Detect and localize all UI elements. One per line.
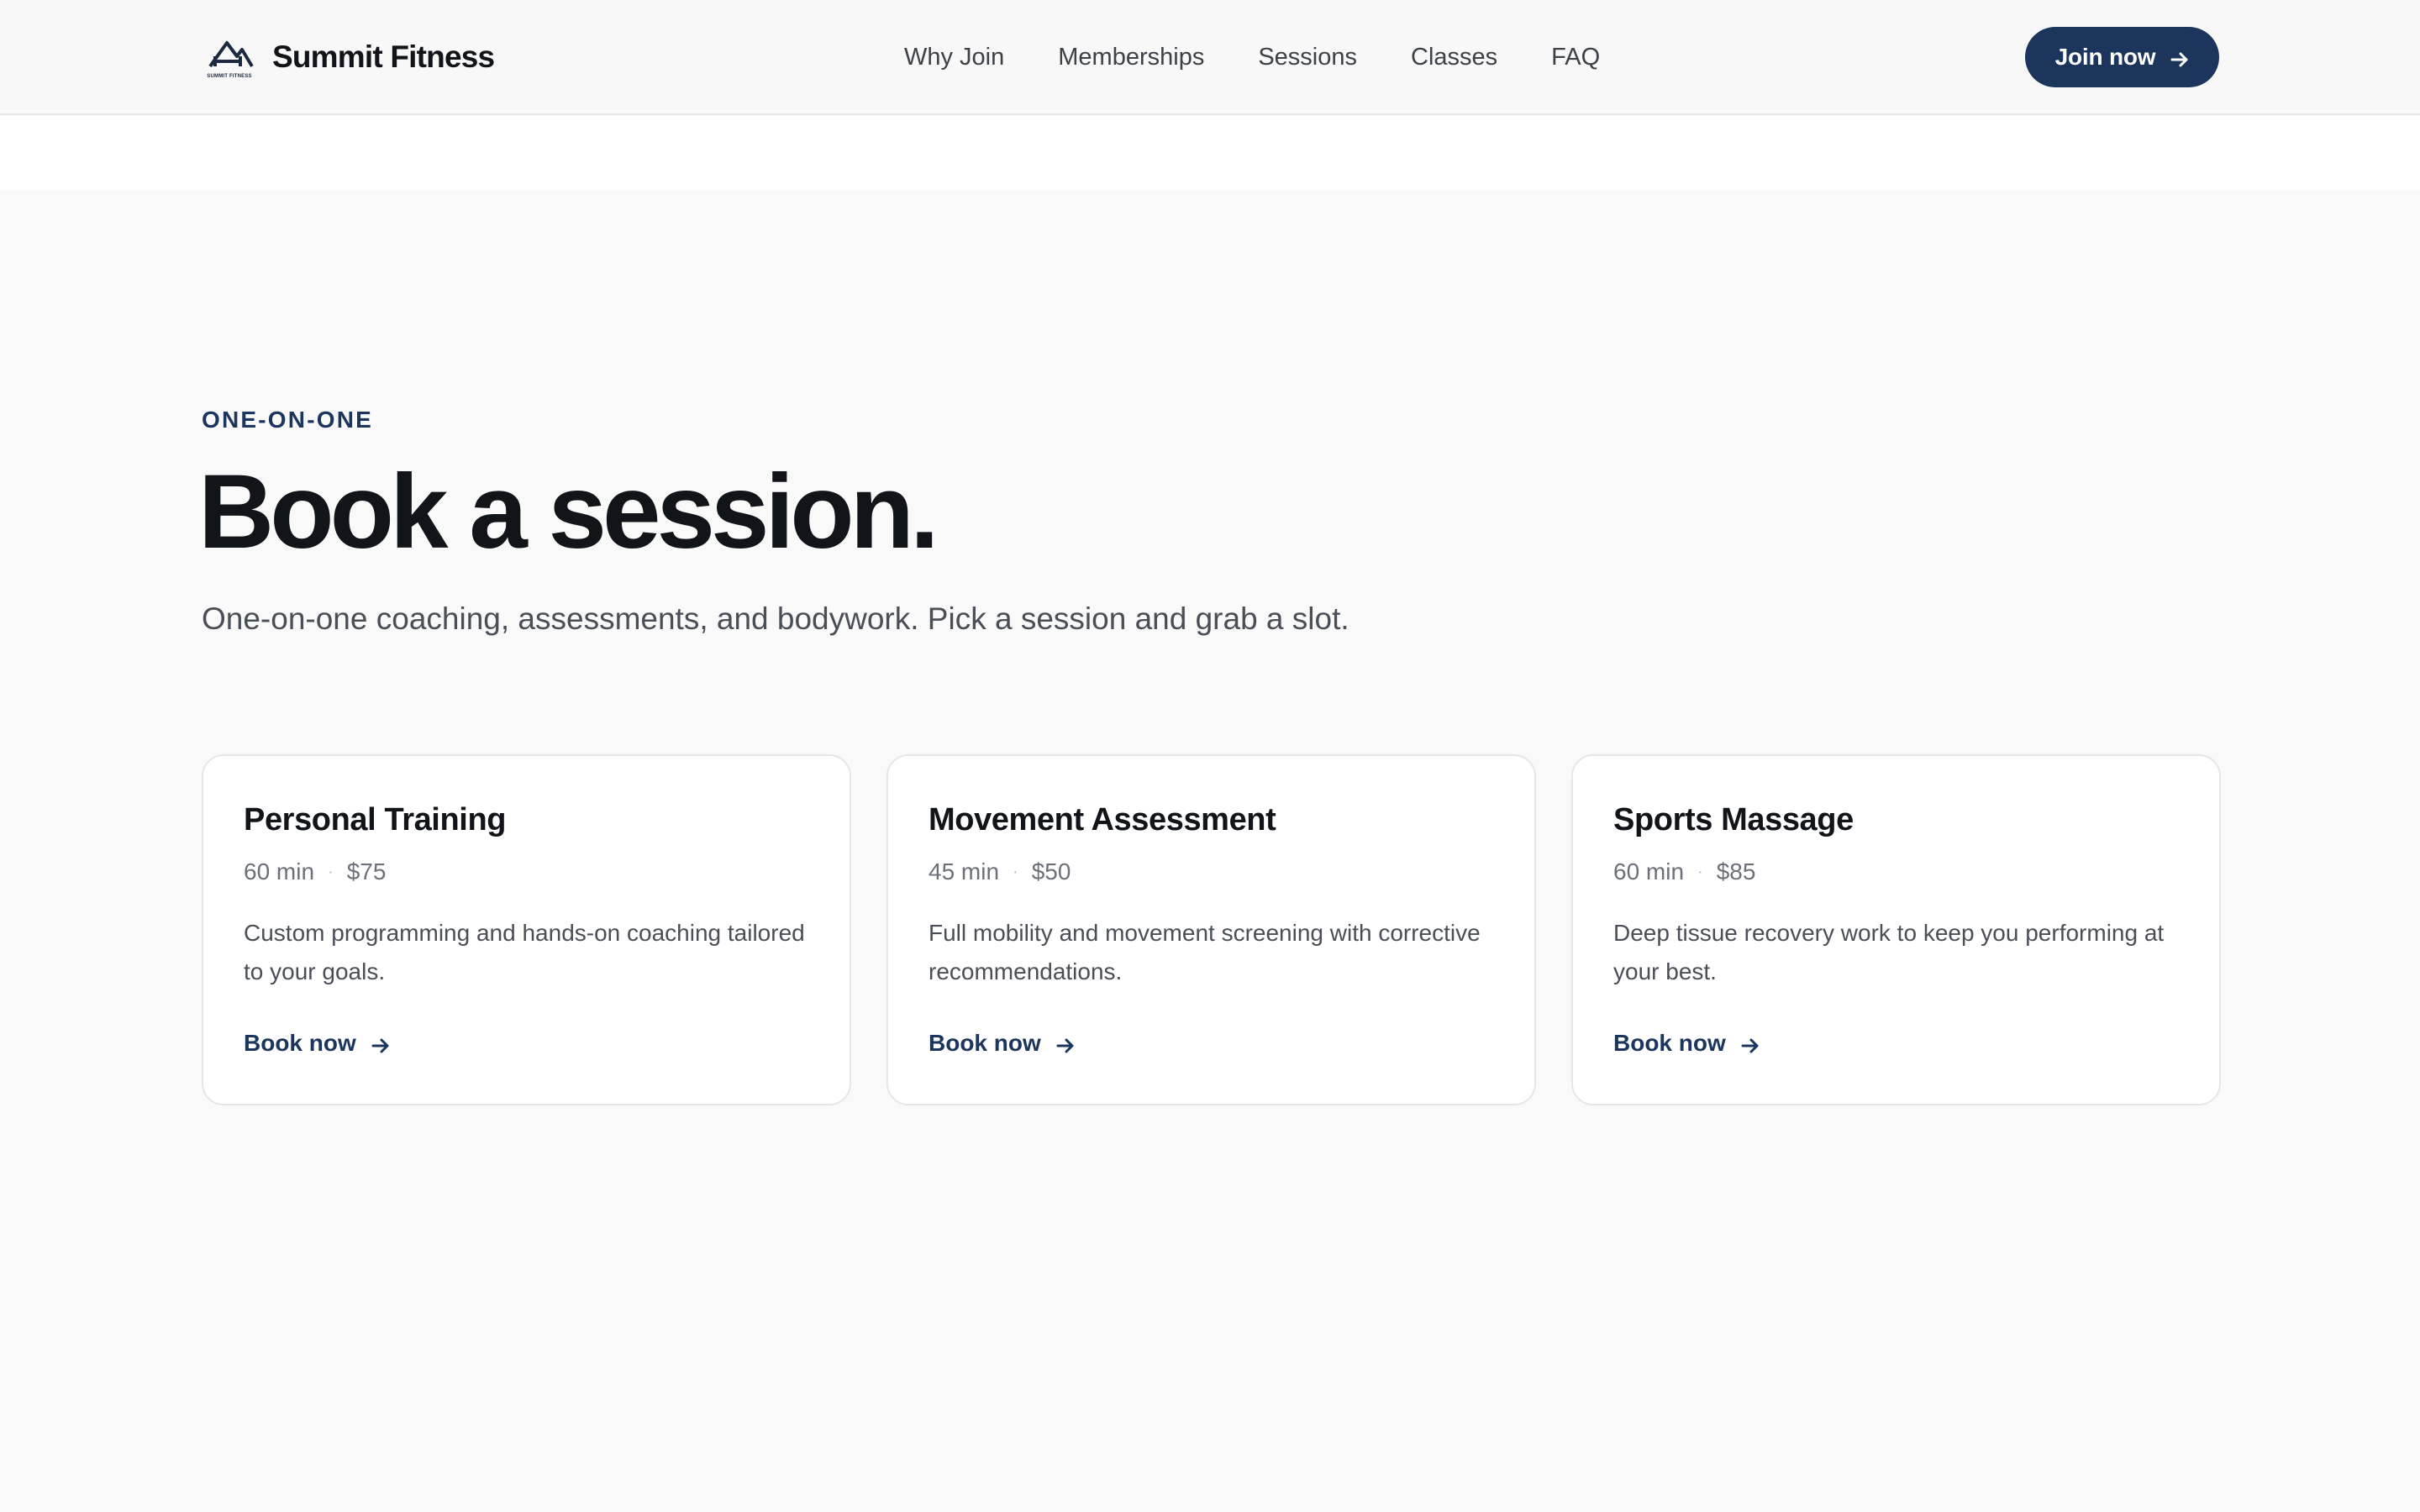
arrow-right-icon xyxy=(1056,1034,1075,1053)
summit-logo-icon: SUMMIT FITNESS xyxy=(202,36,257,79)
brand[interactable]: SUMMIT FITNESS Summit Fitness xyxy=(202,34,495,81)
book-now-link[interactable]: Book now xyxy=(1613,1030,1760,1057)
nav-classes[interactable]: Classes xyxy=(1411,44,1497,71)
page-title: Book a session. xyxy=(198,454,939,570)
header-spacer xyxy=(0,117,2420,190)
session-price: $75 xyxy=(346,858,387,885)
session-meta: 60 min · $75 xyxy=(244,857,809,887)
session-meta: 60 min · $85 xyxy=(1613,857,2179,887)
session-duration: 60 min xyxy=(1613,858,1685,885)
session-card-sports-massage: Sports Massage 60 min · $85 Deep tissue … xyxy=(1571,754,2221,1105)
join-now-button[interactable]: Join now xyxy=(2025,27,2219,87)
session-card-personal-training: Personal Training 60 min · $75 Custom pr… xyxy=(202,754,851,1105)
nav-faq[interactable]: FAQ xyxy=(1551,44,1600,71)
site-header: SUMMIT FITNESS Summit Fitness Why Join M… xyxy=(0,0,2420,115)
session-title: Sports Massage xyxy=(1613,802,1854,837)
meta-separator: · xyxy=(1013,862,1018,881)
book-now-link[interactable]: Book now xyxy=(244,1030,390,1057)
session-cards: Personal Training 60 min · $75 Custom pr… xyxy=(202,754,2221,1105)
book-now-label: Book now xyxy=(1613,1030,1726,1056)
session-duration: 60 min xyxy=(244,858,315,885)
session-card-movement-assessment: Movement Assessment 45 min · $50 Full mo… xyxy=(886,754,1536,1105)
session-description: Full mobility and movement screening wit… xyxy=(929,920,1481,984)
session-meta: 45 min · $50 xyxy=(929,857,1494,887)
session-price: $50 xyxy=(1031,858,1071,885)
session-duration: 45 min xyxy=(929,858,1000,885)
brand-name: Summit Fitness xyxy=(272,39,495,74)
session-title: Movement Assessment xyxy=(929,802,1276,837)
logo-subtext: SUMMIT FITNESS xyxy=(207,74,252,79)
nav-memberships[interactable]: Memberships xyxy=(1058,44,1204,71)
session-description: Deep tissue recovery work to keep you pe… xyxy=(1613,920,2165,984)
arrow-right-icon xyxy=(2170,48,2189,67)
session-title: Personal Training xyxy=(244,802,507,837)
meta-separator: · xyxy=(328,862,334,881)
arrow-right-icon xyxy=(371,1034,390,1053)
section-eyebrow: ONE-ON-ONE xyxy=(202,407,373,433)
book-now-label: Book now xyxy=(244,1030,356,1056)
main-nav: Why Join Memberships Sessions Classes FA… xyxy=(904,40,1600,74)
nav-why-join[interactable]: Why Join xyxy=(904,44,1004,71)
join-now-label: Join now xyxy=(2054,44,2156,70)
book-now-label: Book now xyxy=(929,1030,1041,1056)
meta-separator: · xyxy=(1697,862,1703,881)
arrow-right-icon xyxy=(1741,1034,1760,1053)
nav-sessions[interactable]: Sessions xyxy=(1258,44,1357,71)
page-subtitle: One-on-one coaching, assessments, and bo… xyxy=(202,601,1349,636)
book-now-link[interactable]: Book now xyxy=(929,1030,1075,1057)
session-price: $85 xyxy=(1716,858,1756,885)
session-description: Custom programming and hands-on coaching… xyxy=(244,920,805,984)
